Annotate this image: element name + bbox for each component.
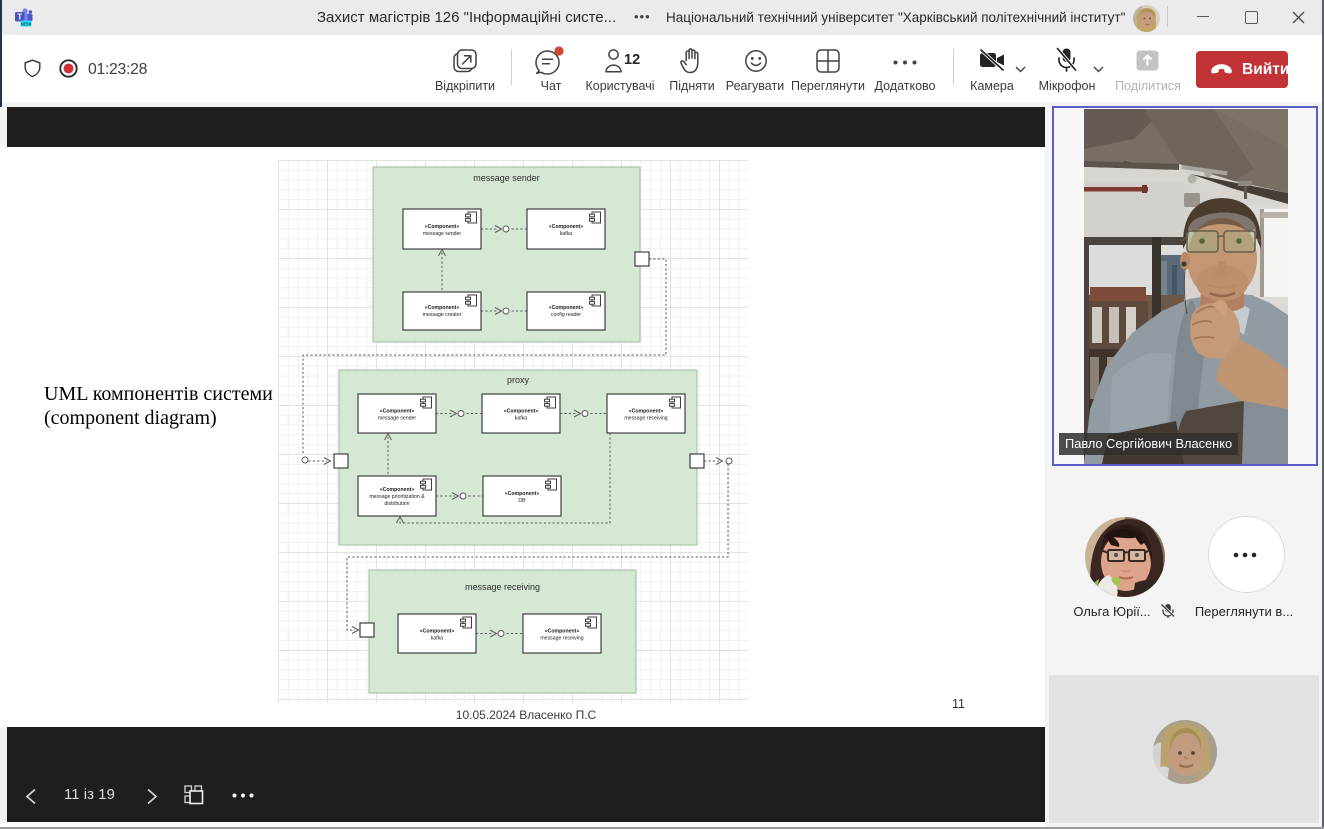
svg-text:proxy: proxy [507, 375, 530, 385]
svg-text:«Component»: «Component» [380, 409, 415, 415]
svg-text:kafka: kafka [515, 416, 528, 422]
svg-text:distribution: distribution [384, 501, 409, 507]
svg-text:«Component»: «Component» [425, 305, 460, 311]
svg-text:message sender: message sender [473, 173, 540, 183]
svg-text:«Component»: «Component» [505, 491, 540, 497]
svg-text:«Component»: «Component» [549, 224, 584, 230]
svg-text:«Component»: «Component» [549, 305, 584, 311]
svg-text:config reader: config reader [551, 312, 582, 318]
svg-text:DB: DB [518, 498, 526, 504]
svg-text:kafka: kafka [431, 636, 444, 642]
svg-text:message receiving: message receiving [624, 416, 667, 422]
svg-text:«Component»: «Component» [420, 629, 455, 635]
svg-text:«Component»: «Component» [425, 224, 460, 230]
svg-text:message sender: message sender [423, 231, 462, 237]
svg-text:T: T [17, 13, 22, 22]
svg-text:«Component»: «Component» [380, 487, 415, 493]
svg-text:message creater: message creater [423, 312, 462, 318]
svg-text:message sender: message sender [378, 416, 417, 422]
svg-text:message receiving: message receiving [540, 636, 583, 642]
svg-text:message receiving: message receiving [465, 582, 540, 592]
svg-text:«Component»: «Component» [629, 409, 664, 415]
svg-text:message prioritization &: message prioritization & [369, 494, 425, 500]
svg-text:kafka: kafka [560, 231, 573, 237]
svg-text:«Component»: «Component» [504, 409, 539, 415]
svg-text:«Component»: «Component» [545, 629, 580, 635]
svg-text:NEW: NEW [21, 21, 32, 26]
